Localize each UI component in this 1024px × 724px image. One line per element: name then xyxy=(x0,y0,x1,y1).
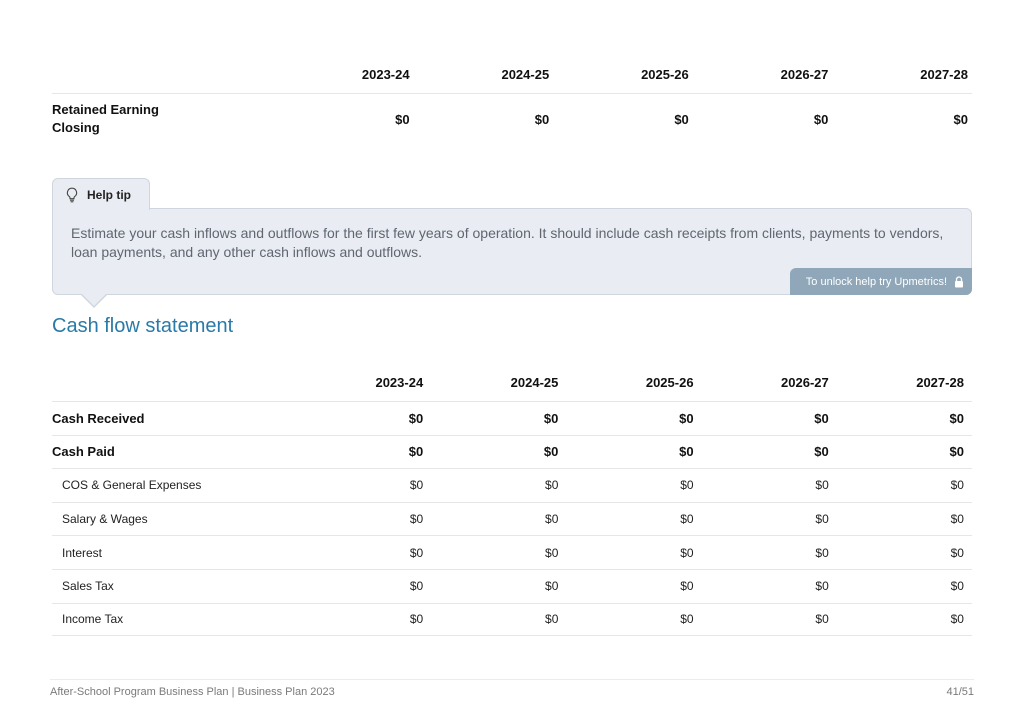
help-tip-text: Estimate your cash inflows and outflows … xyxy=(71,225,944,260)
cell-value: $0 xyxy=(815,512,829,527)
cell-value: $0 xyxy=(679,410,694,426)
year-header: 2027-28 xyxy=(920,67,968,82)
help-tip-box: Estimate your cash inflows and outflows … xyxy=(52,208,972,295)
cell-value: $0 xyxy=(815,612,829,627)
row-label: Sales Tax xyxy=(62,579,114,594)
cell-value: $0 xyxy=(409,612,424,627)
cell-value: $0 xyxy=(674,111,689,127)
table-row: Cash Received $0 $0 $0 $0 $0 xyxy=(52,401,972,435)
help-tip-pointer-fill xyxy=(81,293,107,306)
retained-earnings-table: 2023-24 2024-25 2025-26 2026-27 2027-28 … xyxy=(52,56,972,144)
cash-flow-header-row: 2023-24 2024-25 2025-26 2026-27 2027-28 xyxy=(52,364,972,401)
cell-value: $0 xyxy=(545,478,559,493)
year-header: 2027-28 xyxy=(916,375,964,390)
cell-value: $0 xyxy=(680,579,694,594)
row-label-line: Retained Earning xyxy=(52,102,159,117)
cell-value: $0 xyxy=(395,111,410,127)
unlock-help-button[interactable]: To unlock help try Upmetrics! xyxy=(790,268,972,295)
row-label: Cash Received xyxy=(52,410,145,426)
year-header: 2023-24 xyxy=(375,375,424,390)
table-row: Salary & Wages $0 $0 $0 $0 $0 xyxy=(52,501,972,536)
cell-value: $0 xyxy=(815,545,829,560)
cell-value: $0 xyxy=(680,612,694,627)
table-row: COS & General Expenses $0 $0 $0 $0 $0 xyxy=(52,468,972,502)
row-label: Cash Paid xyxy=(52,444,115,460)
cell-value: $0 xyxy=(949,444,964,460)
cell-value: $0 xyxy=(545,579,559,594)
cell-value: $0 xyxy=(409,478,424,493)
cell-value: $0 xyxy=(950,612,964,627)
footer-divider xyxy=(50,679,974,680)
cell-value: $0 xyxy=(813,111,829,127)
cell-value: $0 xyxy=(543,444,559,460)
cell-value: $0 xyxy=(815,478,829,493)
cell-value: $0 xyxy=(950,545,964,560)
cell-value: $0 xyxy=(949,410,964,426)
cell-value: $0 xyxy=(815,579,829,594)
year-header: 2023-24 xyxy=(361,67,410,82)
year-header: 2025-26 xyxy=(641,67,689,82)
year-header: 2026-27 xyxy=(780,67,829,82)
row-label: Retained Earning Closing xyxy=(52,101,274,137)
row-label: Income Tax xyxy=(62,612,124,627)
table-row: Retained Earning Closing $0 $0 $0 $0 $0 xyxy=(52,94,972,144)
row-label: Salary & Wages xyxy=(62,512,148,527)
cell-value: $0 xyxy=(545,512,559,527)
cell-value: $0 xyxy=(814,410,829,426)
cash-flow-table: 2023-24 2024-25 2025-26 2026-27 2027-28 … xyxy=(52,364,972,637)
table-row: Sales Tax $0 $0 $0 $0 $0 xyxy=(52,568,972,603)
cash-flow-body: Cash Received $0 $0 $0 $0 $0 Cash Paid $0 $0 $0 $0… xyxy=(52,401,972,637)
cell-value: $0 xyxy=(679,444,694,460)
lock-icon xyxy=(955,275,963,287)
year-header: 2024-25 xyxy=(510,375,559,390)
retained-earnings-header-row: 2023-24 2024-25 2025-26 2026-27 2027-28 xyxy=(52,56,972,94)
cell-value: $0 xyxy=(950,512,964,527)
cell-value: $0 xyxy=(680,545,694,560)
year-header: 2024-25 xyxy=(501,67,550,82)
cell-value: $0 xyxy=(545,545,559,560)
year-header: 2026-27 xyxy=(781,375,829,390)
footer-document-title: After-School Program Business Plan | Bus… xyxy=(50,686,335,698)
cell-value: $0 xyxy=(953,111,968,127)
row-label: Interest xyxy=(62,545,103,560)
cell-value: $0 xyxy=(545,612,559,627)
cell-value: $0 xyxy=(680,478,694,493)
help-tip-label: Help tip xyxy=(87,187,131,202)
cell-value: $0 xyxy=(408,444,424,460)
table-row: Interest $0 $0 $0 $0 $0 xyxy=(52,535,972,569)
unlock-help-label: To unlock help try Upmetrics! xyxy=(805,275,947,288)
section-title: Cash flow statement xyxy=(52,315,234,337)
row-label-line: Closing xyxy=(52,120,100,135)
cell-value: $0 xyxy=(409,579,424,594)
page-number: 41/51 xyxy=(946,686,974,698)
row-label: COS & General Expenses xyxy=(62,478,202,493)
cell-value: $0 xyxy=(409,512,424,527)
cell-value: $0 xyxy=(534,111,550,127)
table-row: Income Tax $0 $0 $0 $0 $0 xyxy=(52,602,972,637)
cell-value: $0 xyxy=(543,410,559,426)
cell-value: $0 xyxy=(950,478,964,493)
cell-value: $0 xyxy=(409,545,424,560)
year-header: 2025-26 xyxy=(645,375,694,390)
cell-value: $0 xyxy=(680,512,694,527)
cell-value: $0 xyxy=(814,444,829,460)
table-row: Cash Paid $0 $0 $0 $0 $0 xyxy=(52,434,972,469)
cell-value: $0 xyxy=(408,410,424,426)
lightbulb-icon xyxy=(66,187,78,202)
cell-value: $0 xyxy=(950,579,964,594)
help-tip-tab: Help tip xyxy=(52,178,150,210)
